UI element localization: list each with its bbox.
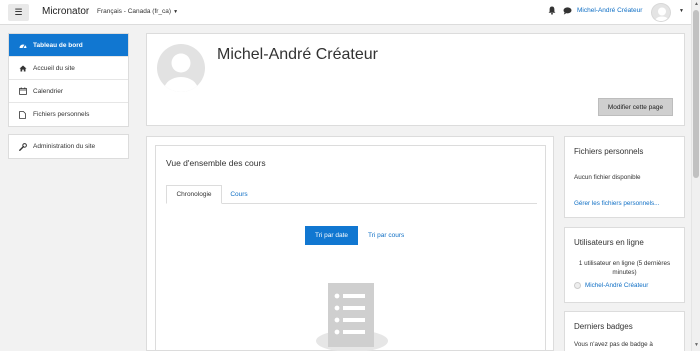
file-icon [19,110,29,119]
tab-timeline[interactable]: Chronologie [166,185,222,204]
messages-chat-icon[interactable] [563,7,572,17]
language-menu[interactable]: Français - Canada (fr_ca) ▼ [97,8,178,15]
avatar [574,282,581,289]
page-header-card: Michel-André Créateur Modifier cette pag… [146,33,685,126]
profile-avatar[interactable] [157,44,205,92]
dashboard-icon [19,42,29,49]
left-navigation: Tableau de bord Accueil du site Calendri… [8,33,129,127]
scroll-down-arrow-icon[interactable]: ▼ [693,342,700,349]
course-overview-inner: Vue d'ensemble des cours Chronologie Cou… [155,145,546,351]
wrench-icon [19,142,29,151]
empty-list-illustration-icon [316,283,388,351]
menu-toggle-button[interactable]: ☰ [8,4,29,21]
badges-text: Vous n'avez pas de badge à [574,341,653,348]
notifications-bell-icon[interactable] [548,6,556,17]
caret-down-icon: ▼ [173,9,179,15]
page-title: Michel-André Créateur [217,46,378,63]
left-navigation-admin: Administration du site [8,134,129,159]
nav-item-calendar[interactable]: Calendrier [9,80,128,103]
nav-item-dashboard[interactable]: Tableau de bord [9,34,128,57]
scroll-thumb[interactable] [693,10,699,178]
nav-item-label: Fichiers personnels [33,111,90,118]
edit-page-button[interactable]: Modifier cette page [598,98,673,116]
online-user-item[interactable]: Michel-André Créateur [574,282,648,289]
nav-item-private-files[interactable]: Fichiers personnels [9,103,128,126]
site-brand[interactable]: Micronator [42,6,89,17]
online-users-block: Utilisateurs en ligne 1 utilisateur en l… [564,227,685,303]
latest-badges-block: Derniers badges Vous n'avez pas de badge… [564,311,685,351]
page-scrollbar[interactable]: ▲ ▼ [691,0,700,351]
private-files-block: Fichiers personnels Aucun fichier dispon… [564,136,685,218]
manage-private-files-link[interactable]: Gérer les fichiers personnels... [574,200,659,207]
sort-by-date-button[interactable]: Tri par date [305,226,358,245]
nav-item-label: Tableau de bord [33,41,83,49]
hamburger-icon: ☰ [14,7,23,17]
sort-by-course-button[interactable]: Tri par cours [368,226,404,245]
nav-item-site-administration[interactable]: Administration du site [9,135,128,158]
block-title: Fichiers personnels [574,147,644,156]
scroll-up-arrow-icon[interactable]: ▲ [693,1,700,8]
nav-item-site-home[interactable]: Accueil du site [9,57,128,80]
top-navbar: ☰ Micronator Français - Canada (fr_ca) ▼ … [0,0,691,25]
no-files-text: Aucun fichier disponible [574,174,641,181]
user-menu-caret-icon[interactable]: ▼ [679,8,684,14]
online-user-name: Michel-André Créateur [585,282,649,289]
nav-item-label: Administration du site [33,143,96,150]
tab-courses[interactable]: Cours [224,185,254,204]
nav-item-label: Calendrier [33,87,63,95]
home-icon [19,65,29,72]
course-overview-title: Vue d'ensemble des cours [166,158,266,168]
block-title: Utilisateurs en ligne [574,238,644,247]
course-overview-block: Vue d'ensemble des cours Chronologie Cou… [146,136,554,351]
online-users-info: 1 utilisateur en ligne (5 dernières minu… [578,260,671,276]
language-label: Français - Canada (fr_ca) [97,8,172,15]
avatar[interactable] [651,3,671,22]
calendar-icon [19,87,29,95]
nav-item-label: Accueil du site [33,64,75,72]
block-title: Derniers badges [574,322,633,331]
overview-tabs: Chronologie Cours [166,185,537,204]
user-menu-name[interactable]: Michel-André Créateur [577,7,642,14]
